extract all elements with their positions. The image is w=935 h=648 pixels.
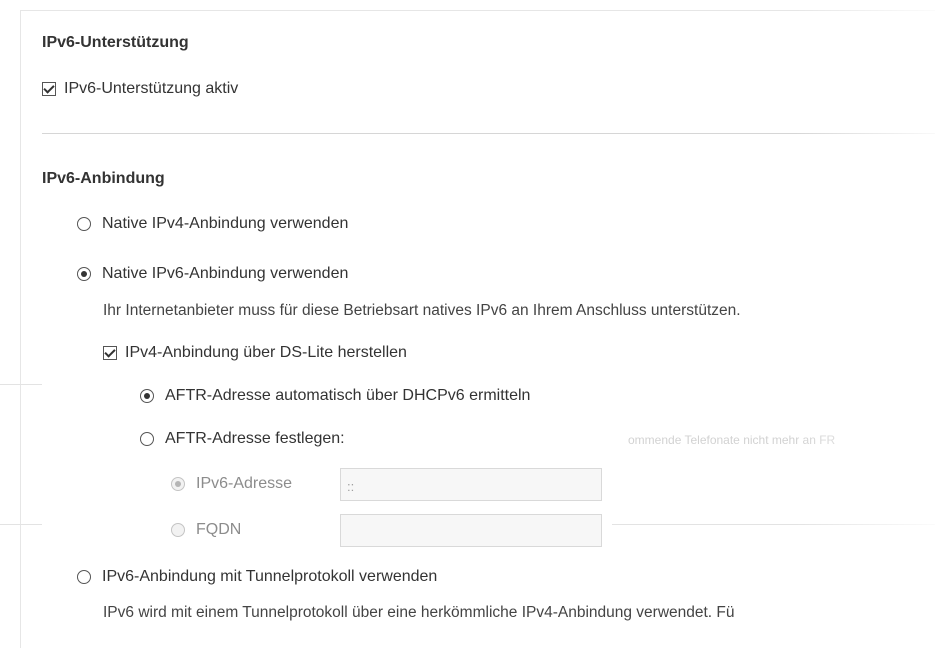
- background-line: [0, 524, 42, 525]
- checkbox-ipv6-support-active[interactable]: IPv6-Unterstützung aktiv: [42, 80, 238, 98]
- radio-aftr-auto[interactable]: AFTR-Adresse automatisch über DHCPv6 erm…: [140, 387, 530, 405]
- radio-label: AFTR-Adresse festlegen:: [165, 430, 345, 447]
- radio-label: Native IPv6-Anbindung verwenden: [102, 265, 349, 282]
- radio-label: Native IPv4-Anbindung verwenden: [102, 215, 349, 232]
- checkbox-icon-checked[interactable]: [42, 82, 56, 96]
- radio-aftr-fqdn[interactable]: FQDN: [171, 521, 241, 539]
- radio-label: AFTR-Adresse automatisch über DHCPv6 erm…: [165, 387, 531, 404]
- radio-label: FQDN: [196, 521, 242, 538]
- radio-aftr-manual[interactable]: AFTR-Adresse festlegen:: [140, 430, 345, 448]
- background-line: [0, 384, 42, 385]
- radio-native-ipv6[interactable]: Native IPv6-Anbindung verwenden: [77, 265, 348, 283]
- radio-icon-unselected[interactable]: [140, 432, 154, 446]
- radio-icon-selected[interactable]: [140, 389, 154, 403]
- section-divider: [42, 133, 935, 134]
- tunnel-description: IPv6 wird mit einem Tunnelprotokoll über…: [103, 604, 735, 621]
- radio-icon-disabled-selected[interactable]: [171, 477, 185, 491]
- radio-tunnel-protocol[interactable]: IPv6-Anbindung mit Tunnelprotokoll verwe…: [77, 568, 437, 586]
- radio-label: IPv6-Adresse: [196, 475, 293, 492]
- radio-icon-disabled[interactable]: [171, 523, 185, 537]
- radio-icon-selected[interactable]: [77, 267, 91, 281]
- background-ghost-text: ommende Telefonate nicht mehr an FR: [628, 433, 836, 447]
- native-ipv6-description: Ihr Internetanbieter muss für diese Betr…: [103, 302, 741, 319]
- section-heading-ipv6-support: IPv6-Unterstützung: [42, 34, 189, 51]
- radio-icon-unselected[interactable]: [77, 217, 91, 231]
- checkbox-label: IPv4-Anbindung über DS-Lite herstellen: [125, 344, 407, 361]
- aftr-fqdn-input[interactable]: [340, 514, 602, 547]
- checkbox-icon-checked[interactable]: [103, 346, 117, 360]
- panel-left-border: [20, 10, 21, 648]
- background-line: [612, 524, 935, 525]
- checkbox-label: IPv6-Unterstützung aktiv: [64, 80, 239, 97]
- radio-icon-unselected[interactable]: [77, 570, 91, 584]
- radio-native-ipv4[interactable]: Native IPv4-Anbindung verwenden: [77, 215, 348, 233]
- radio-aftr-ipv6-address[interactable]: IPv6-Adresse: [171, 475, 292, 493]
- radio-label: IPv6-Anbindung mit Tunnelprotokoll verwe…: [102, 568, 438, 585]
- aftr-ipv6-address-input[interactable]: ::: [340, 468, 602, 501]
- section-heading-ipv6-connection: IPv6-Anbindung: [42, 170, 165, 187]
- panel-top-border: [20, 10, 935, 11]
- right-edge-fade: [795, 0, 935, 648]
- checkbox-dslite[interactable]: IPv4-Anbindung über DS-Lite herstellen: [103, 344, 407, 362]
